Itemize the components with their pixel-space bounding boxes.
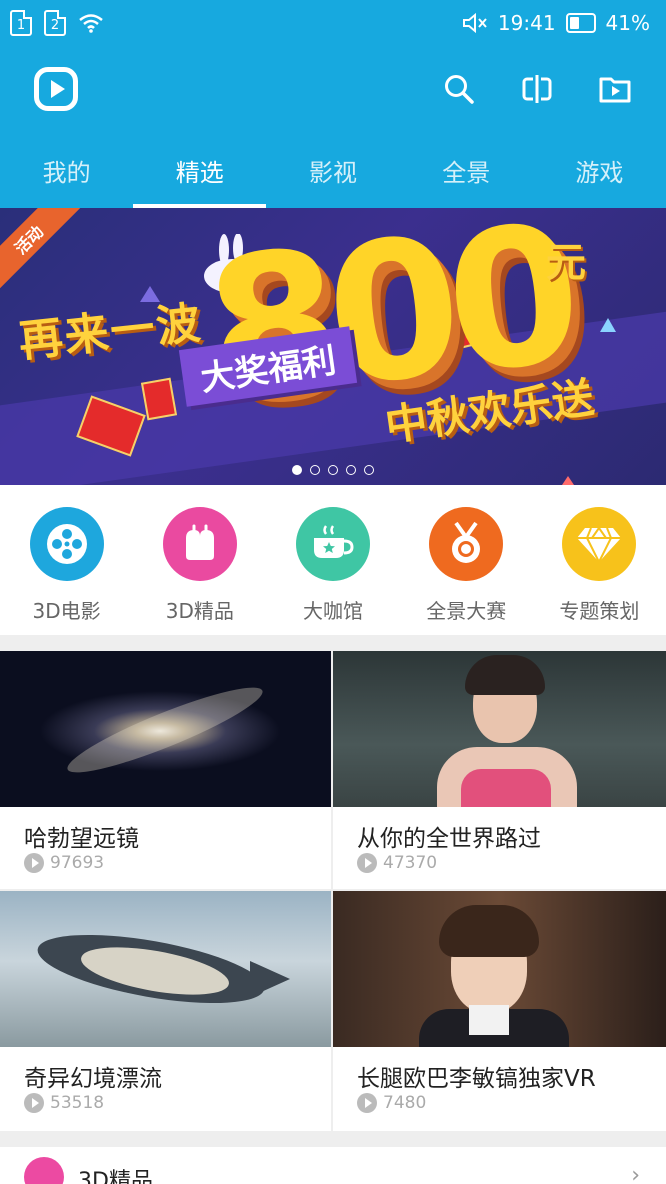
gift-icon bbox=[162, 507, 237, 581]
tab-panorama[interactable]: 全景 bbox=[400, 132, 533, 208]
sim2-label: 2 bbox=[50, 18, 60, 33]
video-title: 哈勃望远镜 bbox=[24, 826, 139, 852]
category-label: 大咖馆 bbox=[303, 599, 363, 623]
film-reel-icon bbox=[29, 507, 104, 581]
play-count-icon bbox=[24, 1093, 44, 1113]
tab-movies[interactable]: 影视 bbox=[266, 132, 399, 208]
view-count: 53518 bbox=[24, 1093, 104, 1113]
category-3d-premium[interactable]: 3D精品 bbox=[133, 485, 266, 635]
carousel-dot[interactable] bbox=[292, 465, 302, 475]
banner-unit: 元 bbox=[546, 240, 586, 286]
tab-featured[interactable]: 精选 bbox=[133, 132, 267, 208]
diamond-icon bbox=[562, 507, 637, 581]
video-card[interactable]: 哈勃望远镜 97693 bbox=[0, 651, 333, 891]
medal-icon bbox=[429, 507, 504, 581]
carousel-dot[interactable] bbox=[328, 465, 338, 475]
category-label: 3D电影 bbox=[32, 599, 101, 623]
view-count-value: 53518 bbox=[50, 1093, 105, 1113]
search-icon[interactable] bbox=[442, 72, 476, 106]
carousel-dot[interactable] bbox=[346, 465, 356, 475]
carousel-dot[interactable] bbox=[364, 465, 374, 475]
play-count-icon bbox=[357, 1093, 377, 1113]
sim-card-icon: 1 bbox=[10, 10, 32, 36]
app-bar bbox=[0, 46, 666, 132]
video-card[interactable]: 长腿欧巴李敏镐独家VR 7480 bbox=[333, 891, 666, 1131]
category-row: 3D电影 3D精品 大咖馆 全景大赛 专题策划 bbox=[0, 485, 666, 635]
video-grid: 哈勃望远镜 97693 从你的全世界路过 47370 奇异幻境漂流 53518 bbox=[0, 651, 666, 1131]
category-3d-movies[interactable]: 3D电影 bbox=[0, 485, 133, 635]
activity-ribbon: 活动 bbox=[0, 208, 82, 293]
view-count: 97693 bbox=[24, 853, 104, 873]
video-thumbnail-portrait bbox=[333, 651, 666, 807]
section-title: 3D精品 bbox=[78, 1169, 153, 1184]
play-count-icon bbox=[357, 853, 377, 873]
sim-card-icon: 2 bbox=[44, 10, 66, 36]
view-count-value: 97693 bbox=[50, 853, 105, 873]
section-header-3d-premium[interactable]: 3D精品 › bbox=[0, 1147, 666, 1184]
video-title: 奇异幻境漂流 bbox=[24, 1066, 162, 1092]
coffee-cup-icon bbox=[296, 507, 370, 581]
category-vip-hall[interactable]: 大咖馆 bbox=[266, 485, 399, 635]
video-card[interactable]: 从你的全世界路过 47370 bbox=[333, 651, 666, 891]
mute-icon bbox=[462, 12, 487, 34]
video-thumbnail-actor bbox=[333, 891, 666, 1047]
gift-icon bbox=[24, 1157, 64, 1184]
video-thumbnail-whale bbox=[0, 891, 331, 1047]
app-logo-icon[interactable] bbox=[34, 67, 78, 111]
tab-games[interactable]: 游戏 bbox=[533, 132, 666, 208]
promo-banner[interactable]: 活动 再来一波 800 元 大奖福利 中秋欢乐送 bbox=[0, 208, 666, 485]
view-count: 7480 bbox=[357, 1093, 426, 1113]
category-label: 专题策划 bbox=[559, 599, 640, 623]
tab-bar: 我的 精选 影视 全景 游戏 bbox=[0, 132, 666, 208]
status-bar: 1 2 19:41 41% bbox=[0, 0, 666, 46]
battery-icon bbox=[565, 13, 596, 33]
wifi-icon bbox=[79, 14, 103, 33]
decor-triangle bbox=[560, 476, 576, 485]
play-count-icon bbox=[24, 853, 44, 873]
cast-icon[interactable] bbox=[520, 72, 554, 106]
carousel-dot[interactable] bbox=[310, 465, 320, 475]
chevron-right-icon[interactable]: › bbox=[631, 1163, 640, 1184]
video-card[interactable]: 奇异幻境漂流 53518 bbox=[0, 891, 333, 1131]
clock: 19:41 bbox=[497, 11, 556, 35]
tab-mine[interactable]: 我的 bbox=[0, 132, 133, 208]
view-count-value: 47370 bbox=[383, 853, 438, 873]
red-envelope-icon bbox=[140, 377, 178, 421]
category-label: 3D精品 bbox=[165, 599, 234, 623]
decor-triangle bbox=[600, 318, 616, 332]
battery-percent: 41% bbox=[605, 11, 650, 35]
view-count: 47370 bbox=[357, 853, 437, 873]
category-panorama-contest[interactable]: 全景大赛 bbox=[400, 485, 533, 635]
view-count-value: 7480 bbox=[383, 1093, 427, 1113]
video-title: 从你的全世界路过 bbox=[357, 826, 541, 852]
category-label: 全景大赛 bbox=[426, 599, 507, 623]
carousel-indicator bbox=[0, 465, 666, 475]
sim1-label: 1 bbox=[16, 18, 26, 33]
video-title: 长腿欧巴李敏镐独家VR bbox=[357, 1066, 596, 1092]
video-thumbnail-galaxy bbox=[0, 651, 331, 807]
category-special-topics[interactable]: 专题策划 bbox=[533, 485, 666, 635]
banner-headline: 再来一波 bbox=[16, 297, 205, 368]
battery-level bbox=[569, 17, 579, 29]
local-video-icon[interactable] bbox=[598, 72, 632, 106]
